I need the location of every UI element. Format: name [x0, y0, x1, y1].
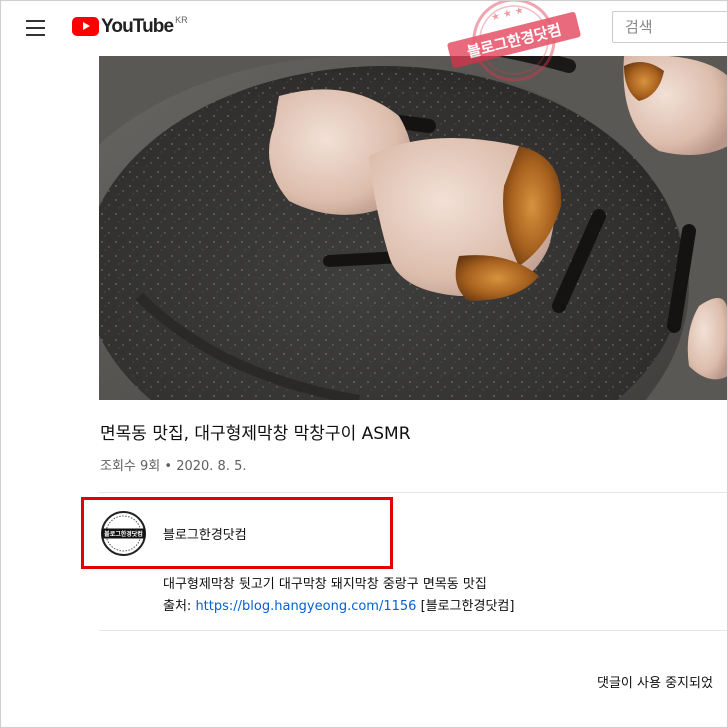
avatar-text: 블로그한경닷컴 [104, 530, 143, 538]
video-title: 면목동 맛집, 대구형제막창 막창구이 ASMR [100, 424, 411, 444]
divider [99, 492, 728, 493]
divider [99, 630, 728, 631]
video-frame-image [99, 56, 728, 400]
youtube-play-icon [72, 17, 99, 36]
youtube-logo[interactable]: YouTube KR [72, 15, 188, 40]
comments-disabled-message: 댓글이 사용 중지되었 [597, 676, 713, 691]
source-label: 출처: [163, 599, 196, 614]
video-meta: 조회수 9회 • 2020. 8. 5. [100, 455, 247, 474]
masthead: YouTube KR [0, 0, 728, 56]
source-link[interactable]: https://blog.hangyeong.com/1156 [195, 599, 416, 614]
search-input[interactable] [612, 11, 728, 43]
channel-logo-icon: 블로그한경닷컴 [100, 510, 147, 557]
meta-separator: • [164, 459, 173, 474]
upload-date: 2020. 8. 5. [176, 459, 247, 474]
view-count: 조회수 9회 [100, 459, 161, 474]
video-player[interactable] [99, 56, 728, 400]
hamburger-menu-icon[interactable] [24, 17, 48, 41]
channel-name[interactable]: 블로그한경닷컴 [163, 524, 247, 543]
description-source: 출처: https://blog.hangyeong.com/1156 [블로그… [163, 595, 514, 614]
logo-text: YouTube [101, 16, 174, 37]
region-code: KR [175, 15, 188, 25]
description-line: 대구형제막창 뒷고기 대구막창 돼지막창 중랑구 면목동 맛집 [163, 577, 487, 592]
source-suffix: [블로그한경닷컴] [416, 599, 515, 614]
channel-avatar[interactable]: 블로그한경닷컴 [100, 510, 147, 557]
